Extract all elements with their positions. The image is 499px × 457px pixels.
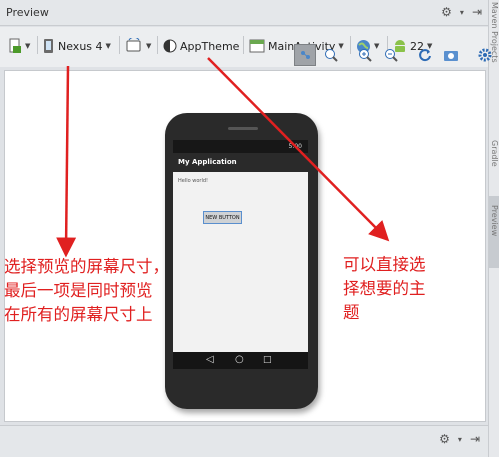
hide-panel-icon[interactable]: ⇥ bbox=[472, 5, 482, 19]
zoom-out-icon[interactable] bbox=[380, 44, 402, 66]
side-tab-gradle[interactable]: Gradle bbox=[489, 140, 499, 167]
chevron-down-icon: ▼ bbox=[25, 42, 31, 50]
status-bar: 5:00 bbox=[173, 140, 308, 153]
back-icon: ◁ bbox=[206, 354, 214, 365]
device-name: Nexus 4 bbox=[58, 39, 103, 53]
hide-panel-icon[interactable]: ⇥ bbox=[470, 432, 480, 446]
zoom-in-icon[interactable] bbox=[354, 44, 376, 66]
settings-icon[interactable] bbox=[474, 44, 496, 66]
new-button[interactable]: NEW BUTTON bbox=[203, 211, 242, 224]
title-bar-actions: ⚙ ▾ ⇥ bbox=[441, 5, 482, 19]
toolbar-separator bbox=[157, 36, 158, 54]
device-dropdown[interactable]: Nexus 4 ▼ bbox=[43, 37, 111, 55]
theme-icon bbox=[163, 39, 177, 53]
zoom-actual-icon[interactable] bbox=[320, 44, 342, 66]
toolbar-separator bbox=[37, 36, 38, 54]
screenshot-icon[interactable] bbox=[440, 44, 462, 66]
configuration-dropdown[interactable]: ▼ bbox=[8, 37, 30, 55]
theme-selector[interactable]: AppTheme bbox=[163, 37, 239, 55]
theme-name: AppTheme bbox=[180, 39, 240, 53]
right-tool-strip: Maven Projects Gradle Preview bbox=[488, 0, 499, 457]
right-annotation: 可以直接选 择想要的主 题 bbox=[343, 255, 426, 322]
android-studio-preview-window: Preview ⚙ ▾ ⇥ Maven Projects Gradle Prev… bbox=[0, 0, 499, 457]
preview-title: Preview bbox=[6, 6, 49, 19]
file-config-icon bbox=[9, 38, 21, 53]
zoom-toolbar bbox=[294, 44, 496, 66]
app-action-bar: My Application bbox=[173, 153, 308, 172]
rotate-icon bbox=[126, 38, 141, 52]
gear-icon[interactable]: ⚙ bbox=[439, 432, 450, 446]
side-tab-preview[interactable]: Preview bbox=[489, 205, 499, 236]
recents-icon: □ bbox=[263, 355, 272, 365]
phone-icon bbox=[44, 39, 53, 53]
toolbar-separator bbox=[119, 36, 120, 54]
home-icon: ○ bbox=[235, 354, 244, 365]
activity-icon bbox=[249, 39, 265, 53]
chevron-down-icon: ▼ bbox=[146, 42, 152, 50]
orientation-dropdown[interactable]: ▼ bbox=[125, 37, 151, 55]
chevron-down-icon[interactable]: ▾ bbox=[458, 435, 462, 444]
chevron-down-icon[interactable]: ▾ bbox=[460, 8, 464, 17]
chevron-down-icon: ▼ bbox=[105, 42, 111, 50]
toolbar-separator bbox=[243, 36, 244, 54]
layout-icon[interactable] bbox=[294, 44, 316, 66]
device-screen: 5:00 My Application Hello world! NEW BUT… bbox=[173, 140, 308, 354]
left-annotation: 选择预览的屏幕尺寸， 最后一项是同时预览 在所有的屏幕尺寸上 bbox=[4, 257, 169, 324]
preview-title-bar: Preview ⚙ ▾ ⇥ bbox=[0, 0, 488, 26]
gear-icon[interactable]: ⚙ bbox=[441, 5, 452, 19]
device-speaker bbox=[228, 127, 258, 130]
bottom-status-bar: ⚙ ▾ ⇥ bbox=[0, 425, 488, 457]
bottom-bar-actions: ⚙ ▾ ⇥ bbox=[439, 432, 480, 446]
refresh-icon[interactable] bbox=[414, 44, 436, 66]
hello-text: Hello world! bbox=[178, 178, 209, 184]
